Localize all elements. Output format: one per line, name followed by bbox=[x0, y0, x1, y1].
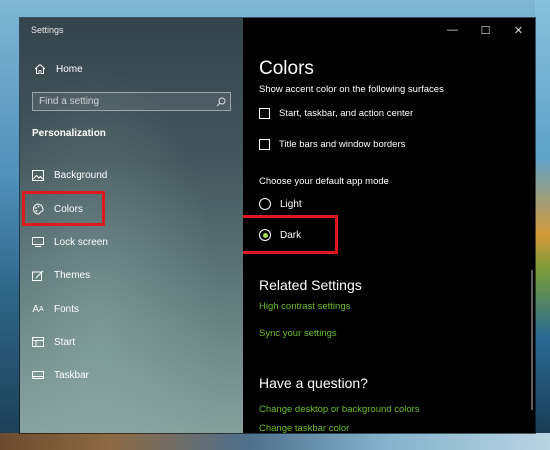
maximize-button[interactable]: ☐ bbox=[469, 22, 502, 38]
checkbox-label: Title bars and window borders bbox=[279, 139, 406, 150]
minimize-button[interactable]: — bbox=[436, 22, 469, 38]
image-icon bbox=[30, 169, 46, 181]
checkbox-start-taskbar[interactable]: Start, taskbar, and action center bbox=[259, 108, 413, 119]
sidebar-item-lock-screen[interactable]: Lock screen bbox=[30, 231, 230, 253]
radio-light[interactable]: Light bbox=[259, 198, 302, 210]
sync-settings-link[interactable]: Sync your settings bbox=[259, 328, 337, 339]
home-label: Home bbox=[56, 63, 83, 75]
section-label: Personalization bbox=[32, 128, 106, 139]
sidebar-item-start[interactable]: Start bbox=[30, 331, 230, 353]
close-button[interactable]: ✕ bbox=[502, 22, 535, 38]
desktop-wallpaper bbox=[535, 0, 550, 450]
colors-highlight-box bbox=[22, 191, 105, 226]
page-title: Colors bbox=[259, 58, 314, 79]
sidebar-item-label: Background bbox=[54, 169, 108, 181]
sidebar-item-themes[interactable]: Themes bbox=[30, 264, 230, 286]
fonts-icon: AA bbox=[32, 303, 44, 315]
radio-button[interactable] bbox=[259, 198, 271, 210]
sidebar-item-label: Themes bbox=[54, 269, 91, 281]
themes-icon bbox=[30, 270, 46, 281]
sidebar-item-label: Fonts bbox=[54, 303, 80, 315]
sidebar-item-label: Lock screen bbox=[54, 236, 108, 248]
home-nav-item[interactable]: Home bbox=[32, 63, 83, 75]
dark-highlight-box bbox=[243, 215, 338, 254]
settings-window: Settings Home Personalization Background bbox=[20, 18, 535, 433]
sidebar-item-background[interactable]: Background bbox=[30, 164, 230, 186]
sidebar-item-taskbar[interactable]: Taskbar bbox=[30, 364, 230, 386]
scrollbar[interactable] bbox=[531, 270, 533, 410]
desktop-wallpaper-bottom bbox=[0, 433, 550, 450]
sidebar-item-fonts[interactable]: AA Fonts bbox=[30, 298, 230, 320]
search-input[interactable] bbox=[33, 96, 212, 107]
checkbox-box[interactable] bbox=[259, 139, 270, 150]
home-icon bbox=[32, 63, 48, 75]
question-heading: Have a question? bbox=[259, 375, 368, 391]
radio-label: Light bbox=[280, 198, 302, 210]
checkbox-label: Start, taskbar, and action center bbox=[279, 108, 414, 119]
sidebar-item-label: Taskbar bbox=[54, 369, 90, 381]
checkbox-title-bars[interactable]: Title bars and window borders bbox=[259, 139, 405, 150]
checkbox-box[interactable] bbox=[259, 108, 270, 119]
window-controls: — ☐ ✕ bbox=[436, 22, 535, 38]
accent-surfaces-label: Show accent color on the following surfa… bbox=[259, 84, 444, 95]
search-icon[interactable] bbox=[212, 97, 230, 107]
window-title: Settings bbox=[31, 25, 64, 35]
related-settings-heading: Related Settings bbox=[259, 277, 362, 293]
sidebar: Settings Home Personalization Background bbox=[20, 18, 243, 433]
lock-screen-icon bbox=[30, 237, 46, 247]
search-box[interactable] bbox=[32, 92, 231, 111]
start-icon bbox=[30, 337, 46, 347]
taskbar-icon bbox=[30, 371, 46, 379]
change-background-colors-link[interactable]: Change desktop or background colors bbox=[259, 404, 420, 415]
high-contrast-link[interactable]: High contrast settings bbox=[259, 301, 350, 312]
sidebar-item-label: Start bbox=[54, 336, 76, 348]
change-taskbar-color-link[interactable]: Change taskbar color bbox=[259, 423, 349, 433]
app-mode-label: Choose your default app mode bbox=[259, 176, 389, 187]
main-content: — ☐ ✕ Colors Show accent color on the fo… bbox=[243, 18, 535, 433]
